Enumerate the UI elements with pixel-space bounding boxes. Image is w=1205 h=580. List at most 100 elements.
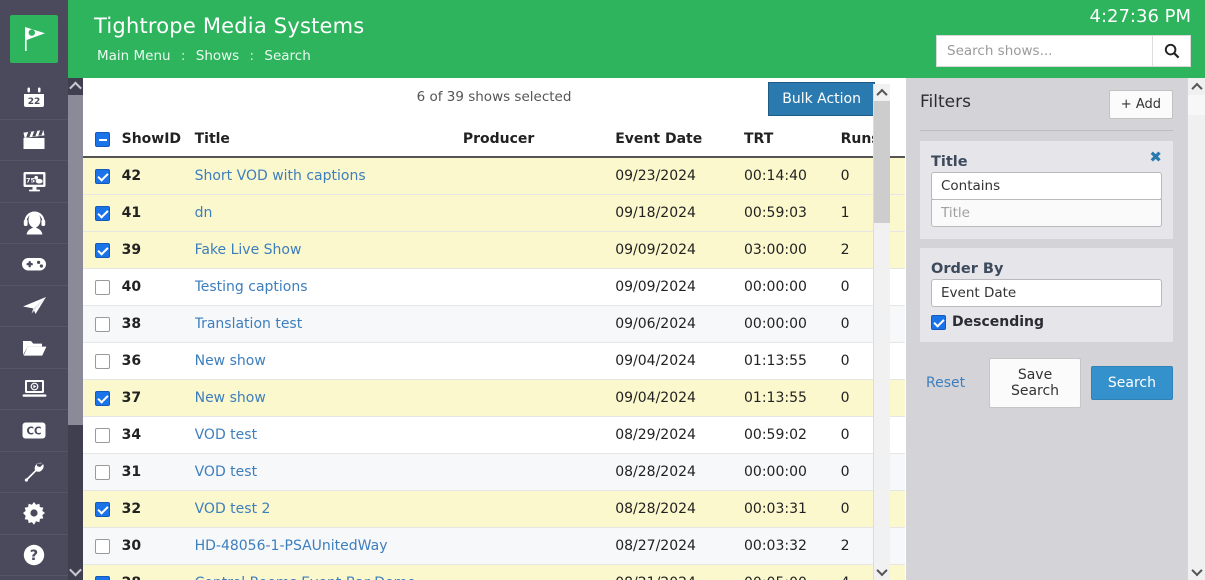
row-checkbox[interactable] [95,502,110,517]
cell-title[interactable]: Testing captions [195,269,463,306]
descending-checkbox[interactable] [931,315,946,330]
cell-title[interactable]: New show [195,343,463,380]
table-row[interactable]: 42Short VOD with captions09/23/202400:14… [83,157,905,195]
row-checkbox[interactable] [95,391,110,406]
bulk-action-button[interactable]: Bulk Action [768,82,875,116]
show-title-link[interactable]: Translation test [195,316,303,332]
table-row[interactable]: 38Translation test09/06/202400:00:000 [83,306,905,343]
cell-title[interactable]: VOD test [195,417,463,454]
show-title-link[interactable]: VOD test [195,464,257,480]
sidebar-scroll-track[interactable] [68,425,83,563]
show-title-link[interactable]: Short VOD with captions [195,168,366,184]
sidebar-item-weather[interactable]: 75 [0,161,68,203]
row-checkbox[interactable] [95,539,110,554]
sidebar-item-shows[interactable] [0,120,68,162]
show-title-link[interactable]: Control Rooms Event Bar Demo [195,575,416,580]
page-scroll-down-button[interactable] [1188,563,1205,580]
sidebar-item-extra[interactable] [0,576,68,580]
sidebar-item-player[interactable] [0,369,68,411]
row-checkbox[interactable] [95,465,110,480]
cell-title[interactable]: Short VOD with captions [195,157,463,195]
show-title-link[interactable]: Testing captions [195,279,308,295]
cell-title[interactable]: dn [195,195,463,232]
search-submit-button[interactable] [1152,36,1190,66]
show-title-link[interactable]: New show [195,353,266,369]
cell-title[interactable]: New show [195,380,463,417]
sidebar-item-help[interactable]: ? [0,535,68,577]
cell-title[interactable]: VOD test [195,454,463,491]
global-search [936,35,1191,67]
sidebar-item-files[interactable] [0,327,68,369]
app-logo[interactable] [0,0,68,78]
show-title-link[interactable]: New show [195,390,266,406]
filter-value-input[interactable] [931,199,1162,227]
sidebar-item-cc[interactable]: CC [0,410,68,452]
select-all-checkbox[interactable] [95,132,110,147]
search-button[interactable]: Search [1091,366,1173,400]
sidebar-scrollbar[interactable] [68,78,83,580]
column-header-eventdate[interactable]: Event Date [615,124,744,157]
cell-title[interactable]: VOD test 2 [195,491,463,528]
chevron-down-icon [876,564,887,575]
table-row[interactable]: 41dn09/18/202400:59:031 [83,195,905,232]
row-checkbox[interactable] [95,428,110,443]
save-search-button[interactable]: Save Search [989,358,1081,408]
table-row[interactable]: 36New show09/04/202401:13:550 [83,343,905,380]
table-row[interactable]: 31VOD test08/28/202400:00:000 [83,454,905,491]
sidebar-item-announcer[interactable] [0,203,68,245]
page-scrollbar[interactable] [1187,78,1205,580]
sidebar-item-calendar[interactable]: 22 [0,78,68,120]
filter-operator-input[interactable] [931,172,1162,200]
row-checkbox[interactable] [95,243,110,258]
sidebar-scroll-down-button[interactable] [68,563,83,580]
show-title-link[interactable]: dn [195,205,213,221]
table-row[interactable]: 32VOD test 208/28/202400:03:310 [83,491,905,528]
table-row[interactable]: 39Fake Live Show09/09/202403:00:002 [83,232,905,269]
table-row[interactable]: 34VOD test08/29/202400:59:020 [83,417,905,454]
cell-title[interactable]: Control Rooms Event Bar Demo [195,565,463,580]
search-input[interactable] [937,36,1152,66]
breadcrumb-search[interactable]: Search [264,48,310,64]
row-checkbox[interactable] [95,206,110,221]
row-checkbox[interactable] [95,280,110,295]
sidebar-scroll-up-button[interactable] [68,78,83,95]
table-scroll-up-button[interactable] [874,84,890,101]
show-title-link[interactable]: VOD test 2 [195,501,271,517]
table-row[interactable]: 37New show09/04/202401:13:550 [83,380,905,417]
page-scroll-thumb[interactable] [1188,95,1205,115]
column-header-trt[interactable]: TRT [744,124,841,157]
row-checkbox[interactable] [95,169,110,184]
table-row[interactable]: 28Control Rooms Event Bar Demo08/21/2024… [83,565,905,580]
cell-title[interactable]: Fake Live Show [195,232,463,269]
page-scroll-up-button[interactable] [1188,78,1205,95]
filters-divider [920,130,1173,131]
sidebar-item-settings[interactable] [0,493,68,535]
table-row[interactable]: 30HD-48056-1-PSAUnitedWay08/27/202400:03… [83,528,905,565]
column-header-showid[interactable]: ShowID [122,124,195,157]
sidebar-item-tools[interactable] [0,452,68,494]
order-by-input[interactable] [931,279,1162,307]
row-checkbox[interactable] [95,317,110,332]
row-checkbox[interactable] [95,354,110,369]
table-row[interactable]: 40Testing captions09/09/202400:00:000 [83,269,905,306]
remove-filter-icon[interactable]: ✖ [1149,150,1162,165]
column-header-producer[interactable]: Producer [463,124,615,157]
table-scroll-down-button[interactable] [874,563,890,580]
sidebar-item-controller[interactable] [0,244,68,286]
breadcrumb-shows[interactable]: Shows [196,48,239,64]
breadcrumb-main-menu[interactable]: Main Menu [97,48,171,64]
table-scrollbar[interactable] [873,84,890,580]
show-title-link[interactable]: VOD test [195,427,257,443]
cell-title[interactable]: Translation test [195,306,463,343]
show-title-link[interactable]: Fake Live Show [195,242,302,258]
table-scroll-thumb[interactable] [874,101,890,223]
column-header-title[interactable]: Title [195,124,463,157]
sidebar-item-publish[interactable] [0,286,68,328]
cell-title[interactable]: HD-48056-1-PSAUnitedWay [195,528,463,565]
add-filter-button[interactable]: + Add [1109,90,1173,119]
sidebar-scroll-thumb[interactable] [68,95,83,425]
row-checkbox[interactable] [95,576,110,580]
show-title-link[interactable]: HD-48056-1-PSAUnitedWay [195,538,388,554]
breadcrumb-sep-1: : [181,48,186,64]
reset-link[interactable]: Reset [926,375,965,391]
